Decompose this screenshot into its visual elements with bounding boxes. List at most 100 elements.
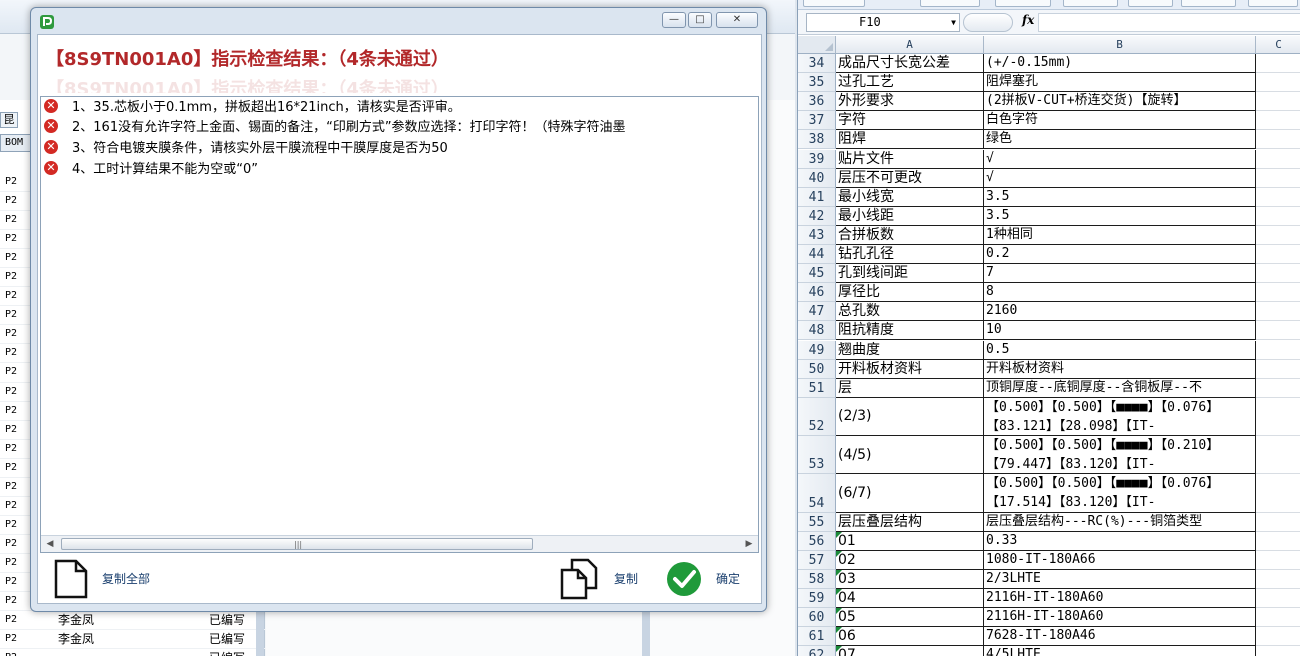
cell-c[interactable] [1256,513,1300,532]
table-row[interactable]: P2 李金凤 已编写 [0,630,265,650]
cell-a[interactable]: 阻焊 [836,130,984,150]
table-row[interactable]: 48 阻抗精度 10 [798,321,1300,341]
cell-a[interactable]: 最小线距 [836,206,984,226]
table-row[interactable]: 40 层压不可更改 √ [798,168,1300,188]
row-header[interactable]: 59 [798,589,836,609]
row-header[interactable]: 55 [798,512,836,532]
cell-a[interactable]: 04 [836,589,984,609]
select-all-button[interactable] [798,36,836,54]
row-header[interactable]: 50 [798,359,836,379]
table-row[interactable]: 60 05 2116H-IT-180A60 [798,608,1300,628]
table-row[interactable]: 45 孔到线间距 7 [798,264,1300,284]
cell-b[interactable]: 顶铜厚度--底铜厚度--含铜板厚--不 [984,378,1256,398]
cell-a[interactable]: (4/5) [836,436,984,475]
cell-c[interactable] [1256,627,1300,647]
cell-b[interactable]: 8 [984,283,1256,303]
row-header[interactable]: 37 [798,111,836,131]
list-item[interactable]: ✕ 2、161没有允许字符上金面、锡面的备注，“印刷方式”参数应选择：打印字符！（… [44,118,626,137]
minimize-button[interactable]: — [662,12,686,28]
cell-c[interactable] [1256,264,1300,284]
cell-a[interactable]: 02 [836,550,984,570]
cell-b[interactable]: √ [984,149,1256,169]
cell-a[interactable]: 阻抗精度 [836,321,984,341]
cell-a[interactable]: 最小线宽 [836,187,984,207]
cell-a[interactable]: 开料板材资料 [836,359,984,379]
cell-b[interactable]: (2拼板V-CUT+桥连交货)【旋转】 [984,92,1256,112]
row-header[interactable]: 49 [798,340,836,360]
cell-c[interactable] [1256,92,1300,112]
cell-a[interactable]: 孔到线间距 [836,264,984,284]
cell-b[interactable]: 0.33 [984,531,1256,551]
table-row[interactable]: 43 合拼板数 1种相同 [798,225,1300,245]
cell-c[interactable] [1256,226,1300,245]
bom-column-header[interactable]: BOM [0,134,32,152]
column-header-c[interactable]: C [1256,36,1300,54]
table-row[interactable]: 37 字符 白色字符 [798,111,1300,131]
table-row[interactable]: 46 厚径比 8 [798,283,1300,303]
row-header[interactable]: 40 [798,168,836,188]
cell-c[interactable] [1256,398,1300,437]
name-box[interactable]: F10 ▼ [806,13,960,32]
cell-b[interactable]: 阻焊塞孔 [984,73,1256,93]
cell-a[interactable]: 06 [836,627,984,647]
check-result-list[interactable]: ✕ 1、35.芯板小于0.1mm，拼板超出16*21inch，请核实是否评审。 ✕… [40,96,759,553]
cell-b[interactable]: 3.5 [984,206,1256,226]
row-header[interactable]: 52 [798,397,836,437]
scroll-left-icon[interactable]: ◀ [45,539,55,549]
row-header[interactable]: 44 [798,245,836,265]
row-header[interactable]: 36 [798,92,836,112]
table-row[interactable]: 51 层 顶铜厚度--底铜厚度--含铜板厚--不 [798,378,1300,398]
cell-a[interactable]: 07 [836,646,984,656]
scroll-right-icon[interactable]: ▶ [744,539,754,549]
cell-a[interactable]: 外形要求 [836,92,984,112]
row-header[interactable]: 43 [798,225,836,245]
cell-a[interactable]: 贴片文件 [836,149,984,169]
cell-c[interactable] [1256,551,1300,570]
cell-a[interactable]: 厚径比 [836,283,984,303]
fx-icon[interactable]: fx [1022,13,1034,27]
cell-c[interactable] [1256,321,1300,341]
row-header[interactable]: 60 [798,608,836,628]
table-row[interactable]: 42 最小线距 3.5 [798,206,1300,226]
table-row[interactable]: 53 (4/5) 【0.500】【0.500】【■■■■】【0.210】【79.44… [798,436,1300,475]
table-row[interactable]: 49 翘曲度 0.5 [798,340,1300,360]
confirm-button[interactable]: 确定 [666,554,740,603]
scrollbar-thumb[interactable]: ||| [61,538,533,550]
cell-a[interactable]: 总孔数 [836,302,984,322]
cell-b[interactable]: 7628-IT-180A46 [984,627,1256,647]
cell-a[interactable]: 翘曲度 [836,340,984,360]
cell-c[interactable] [1256,54,1300,74]
cell-b[interactable]: 白色字符 [984,111,1256,131]
row-header[interactable]: 57 [798,550,836,570]
copy-button[interactable]: 复制 [558,554,638,603]
cell-b[interactable]: 2160 [984,302,1256,322]
table-row[interactable]: 61 06 7628-IT-180A46 [798,627,1300,647]
maximize-button[interactable]: □ [688,12,712,28]
row-header[interactable]: 51 [798,378,836,398]
list-item[interactable]: ✕ 3、符合电镀夹膜条件，请核实外层干膜流程中干膜厚度是否为50 [44,139,448,158]
cell-a[interactable]: 05 [836,608,984,628]
cell-c[interactable] [1256,589,1300,609]
cell-a[interactable]: 层 [836,378,984,398]
close-button[interactable]: ✕ [716,12,758,28]
row-header[interactable]: 41 [798,187,836,207]
row-header[interactable]: 39 [798,149,836,169]
cell-c[interactable] [1256,169,1300,188]
cell-a[interactable]: 成品尺寸长宽公差 [836,54,984,74]
table-row[interactable]: P2 已编写 [0,649,265,656]
cell-b[interactable]: 【0.500】【0.500】【■■■■】【0.076】【83.121】【28.0… [984,397,1256,437]
cell-b[interactable]: 2116H-IT-180A60 [984,608,1256,628]
cell-a[interactable]: 01 [836,531,984,551]
cell-a[interactable]: 层压叠层结构 [836,512,984,532]
cell-c[interactable] [1256,646,1300,656]
row-header[interactable]: 62 [798,646,836,656]
cell-b[interactable]: 1080-IT-180A66 [984,550,1256,570]
horizontal-scrollbar[interactable]: ◀ ||| ▶ [41,535,758,552]
row-header[interactable]: 54 [798,474,836,513]
cell-a[interactable]: 过孔工艺 [836,73,984,93]
cell-c[interactable] [1256,150,1300,169]
row-header[interactable]: 47 [798,302,836,322]
row-header[interactable]: 58 [798,570,836,590]
table-row[interactable]: 55 层压叠层结构 层压叠层结构---RC(%)---铜箔类型 [798,512,1300,532]
cell-b[interactable]: √ [984,168,1256,188]
